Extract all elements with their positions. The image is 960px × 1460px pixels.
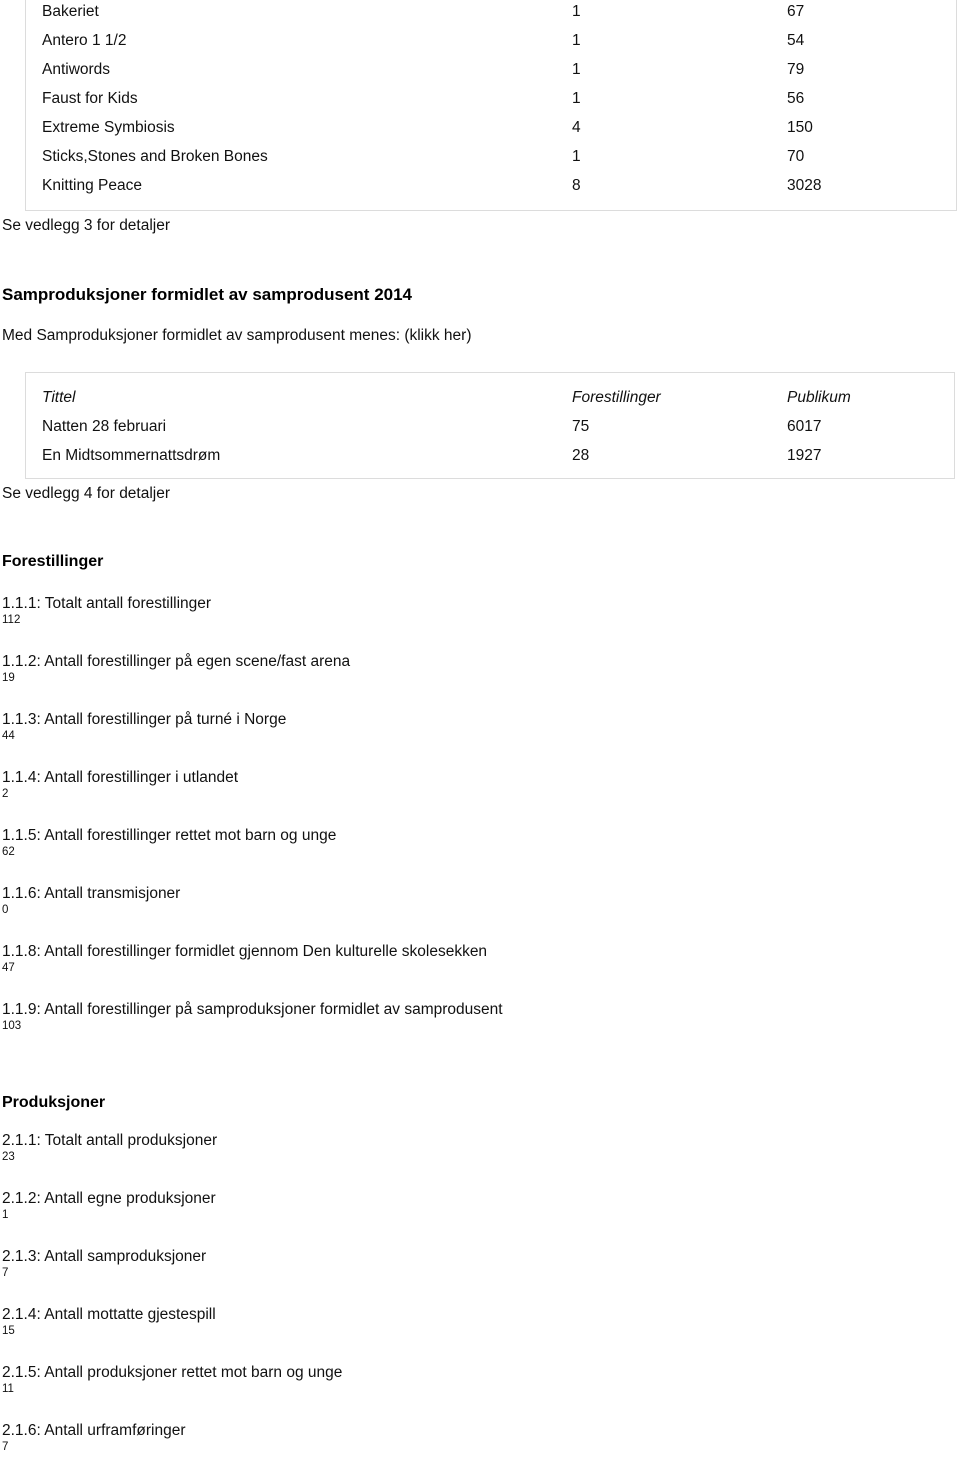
metric-label: 2.1.2: Antall egne produksjoner [2, 1190, 216, 1207]
cell-performances: 75 [572, 418, 590, 435]
cell-audience: 79 [787, 61, 805, 78]
metric-label: 2.1.1: Totalt antall produksjoner [2, 1132, 218, 1149]
metric-2-1-4: 2.1.4: Antall mottatte gjestespill 15 [2, 1305, 216, 1339]
cell-performances: 1 [572, 90, 581, 107]
cell-performances: 28 [572, 447, 590, 464]
metric-label: 1.1.9: Antall forestillinger på samprodu… [2, 1001, 503, 1018]
cell-audience: 67 [787, 3, 805, 20]
metric-label: 1.1.8: Antall forestillinger formidlet g… [2, 943, 488, 960]
cell-performances: 1 [572, 61, 581, 78]
metric-value: 23 [2, 1151, 15, 1163]
metric-2-1-1: 2.1.1: Totalt antall produksjoner 23 [2, 1131, 217, 1165]
table-row: En Midtsommernattsdrøm 28 1927 [26, 441, 954, 470]
cell-title: En Midtsommernattsdrøm [42, 447, 221, 464]
cell-title: Extreme Symbiosis [42, 119, 175, 136]
metric-label: 2.1.6: Antall urframføringer [2, 1422, 186, 1439]
metric-value: 44 [2, 730, 15, 742]
cell-audience: 56 [787, 90, 805, 107]
metric-label: 2.1.3: Antall samproduksjoner [2, 1248, 207, 1265]
metric-value: 112 [2, 614, 21, 626]
metric-value: 15 [2, 1325, 15, 1337]
metric-label: 1.1.3: Antall forestillinger på turné i … [2, 711, 287, 728]
metric-value: 62 [2, 846, 15, 858]
metric-2-1-2: 2.1.2: Antall egne produksjoner 1 [2, 1189, 216, 1223]
table-co-productions-2014: Tittel Forestillinger Publikum Natten 28… [25, 372, 955, 479]
cell-audience: 70 [787, 148, 805, 165]
table-productions-list: Bakeriet 1 67 Antero 1 1/2 1 54 Antiword… [25, 0, 957, 211]
cell-performances: 8 [572, 177, 581, 194]
metric-1-1-4: 1.1.4: Antall forestillinger i utlandet … [2, 768, 238, 802]
metric-value: 2 [2, 788, 9, 800]
metric-label: 2.1.5: Antall produksjoner rettet mot ba… [2, 1364, 343, 1381]
cell-audience: 1927 [787, 447, 822, 464]
table-row: Antiwords 1 79 [26, 55, 956, 84]
metric-label: 1.1.6: Antall transmisjoner [2, 885, 181, 902]
cell-performances: 4 [572, 119, 581, 136]
metric-value: 7 [2, 1441, 9, 1453]
table-row: Faust for Kids 1 56 [26, 84, 956, 113]
metric-2-1-3: 2.1.3: Antall samproduksjoner 7 [2, 1247, 206, 1281]
cell-title: Knitting Peace [42, 177, 142, 194]
heading-produksjoner: Produksjoner [2, 1094, 106, 1111]
metric-2-1-5: 2.1.5: Antall produksjoner rettet mot ba… [2, 1363, 342, 1397]
metric-value: 0 [2, 904, 9, 916]
metric-label: 1.1.1: Totalt antall forestillinger [2, 595, 212, 612]
metric-1-1-3: 1.1.3: Antall forestillinger på turné i … [2, 710, 286, 744]
table-header-row: Tittel Forestillinger Publikum [26, 383, 954, 412]
cell-title: Antiwords [42, 61, 111, 78]
cell-title: Sticks,Stones and Broken Bones [42, 148, 268, 165]
column-header-title: Tittel [42, 389, 76, 406]
cell-audience: 3028 [787, 177, 822, 194]
metric-1-1-9: 1.1.9: Antall forestillinger på samprodu… [2, 1000, 503, 1034]
document-page: Bakeriet 1 67 Antero 1 1/2 1 54 Antiword… [0, 0, 960, 1460]
note-appendix-4: Se vedlegg 4 for detaljer [2, 485, 171, 502]
metric-label: 1.1.2: Antall forestillinger på egen sce… [2, 653, 351, 670]
table-row: Bakeriet 1 67 [26, 0, 956, 26]
heading-forestillinger: Forestillinger [2, 553, 104, 570]
metric-1-1-5: 1.1.5: Antall forestillinger rettet mot … [2, 826, 336, 860]
table-row: Sticks,Stones and Broken Bones 1 70 [26, 142, 956, 171]
cell-audience: 6017 [787, 418, 822, 435]
metric-label: 1.1.5: Antall forestillinger rettet mot … [2, 827, 337, 844]
cell-performances: 1 [572, 3, 581, 20]
cell-audience: 150 [787, 119, 813, 136]
metric-1-1-1: 1.1.1: Totalt antall forestillinger 112 [2, 594, 211, 628]
table-row: Knitting Peace 8 3028 [26, 171, 956, 200]
metric-1-1-2: 1.1.2: Antall forestillinger på egen sce… [2, 652, 350, 686]
cell-performances: 1 [572, 32, 581, 49]
column-header-audience: Publikum [787, 389, 851, 406]
cell-title: Faust for Kids [42, 90, 138, 107]
metric-2-1-6: 2.1.6: Antall urframføringer 7 [2, 1421, 186, 1455]
cell-audience: 54 [787, 32, 805, 49]
metric-value: 19 [2, 672, 15, 684]
cell-title: Antero 1 1/2 [42, 32, 127, 49]
metric-1-1-8: 1.1.8: Antall forestillinger formidlet g… [2, 942, 487, 976]
heading-coproductions: Samproduksjoner formidlet av samprodusen… [2, 285, 413, 304]
table-row: Natten 28 februari 75 6017 [26, 412, 954, 441]
cell-title: Bakeriet [42, 3, 99, 20]
metric-value: 7 [2, 1267, 9, 1279]
cell-title: Natten 28 februari [42, 418, 167, 435]
table-row: Antero 1 1/2 1 54 [26, 26, 956, 55]
metric-value: 1 [2, 1209, 9, 1221]
metric-value: 11 [2, 1383, 14, 1395]
metric-label: 1.1.4: Antall forestillinger i utlandet [2, 769, 239, 786]
metric-value: 47 [2, 962, 15, 974]
metric-value: 103 [2, 1020, 22, 1032]
intro-coproductions: Med Samproduksjoner formidlet av samprod… [2, 327, 472, 344]
metric-1-1-6: 1.1.6: Antall transmisjoner 0 [2, 884, 180, 918]
table-row: Extreme Symbiosis 4 150 [26, 113, 956, 142]
cell-performances: 1 [572, 148, 581, 165]
metric-label: 2.1.4: Antall mottatte gjestespill [2, 1306, 216, 1323]
note-appendix-3: Se vedlegg 3 for detaljer [2, 217, 171, 234]
column-header-performances: Forestillinger [572, 389, 661, 406]
